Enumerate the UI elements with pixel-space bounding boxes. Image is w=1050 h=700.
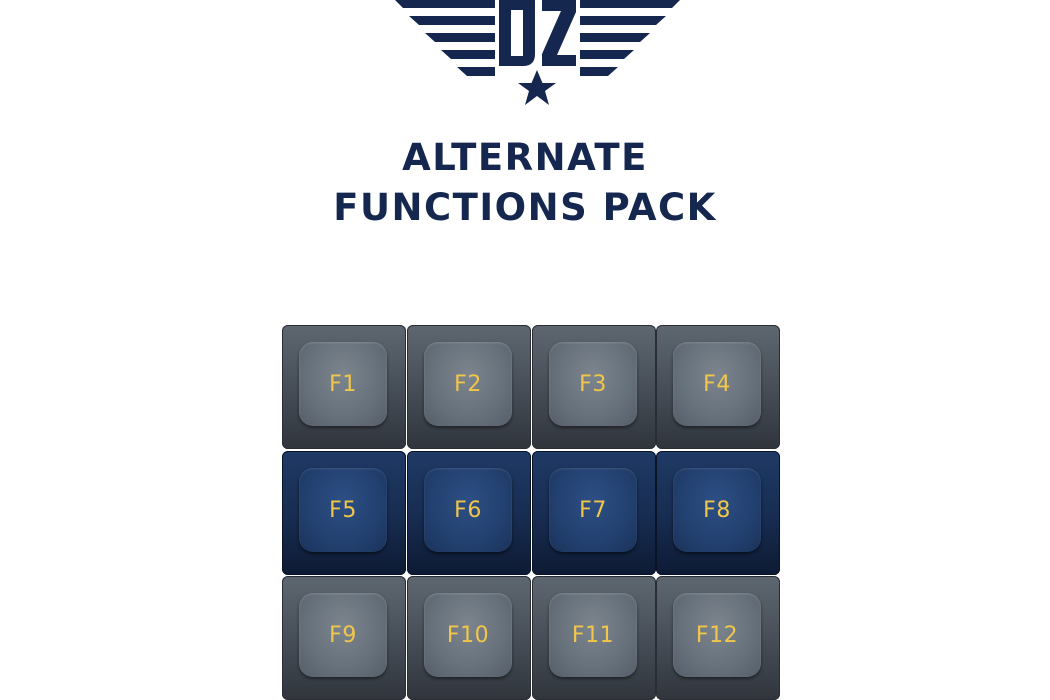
- keycap-top: F9: [299, 593, 387, 677]
- keycap-top: F10: [424, 593, 512, 677]
- keycap-top: F2: [424, 342, 512, 426]
- keycap-f11: F11: [532, 576, 656, 700]
- keycap-legend: F4: [703, 371, 731, 397]
- keycap-top: F12: [673, 593, 761, 677]
- pack-title: ALTERNATE FUNCTIONS PACK: [0, 133, 1050, 233]
- keycap-top: F8: [673, 468, 761, 552]
- keycap-f1: F1: [282, 325, 406, 449]
- title-line-2: FUNCTIONS PACK: [333, 186, 717, 229]
- keycap-top: F4: [673, 342, 761, 426]
- keycap-f12: F12: [656, 576, 780, 700]
- keycap-top: F6: [424, 468, 512, 552]
- dz-logo: DZ: [395, 0, 680, 112]
- dz-logo-graphic: [395, 0, 680, 105]
- keycap-legend: F6: [454, 497, 482, 523]
- keycap-legend: F5: [329, 497, 357, 523]
- keycap-top: F3: [549, 342, 637, 426]
- keycap-top: F7: [549, 468, 637, 552]
- keycap-f3: F3: [532, 325, 656, 449]
- keycap-grid: F1 F2 F3 F4 F5 F6 F7 F8 F9 F10 F11 F12: [282, 325, 780, 700]
- keycap-legend: F7: [579, 497, 607, 523]
- keycap-f10: F10: [407, 576, 531, 700]
- keycap-top: F1: [299, 342, 387, 426]
- keycap-legend: F8: [703, 497, 731, 523]
- keycap-legend: F12: [695, 622, 739, 648]
- keycap-top: F5: [299, 468, 387, 552]
- keycap-f7: F7: [532, 451, 656, 575]
- keycap-legend: F1: [329, 371, 357, 397]
- keycap-legend: F11: [571, 622, 615, 648]
- keycap-f5: F5: [282, 451, 406, 575]
- keycap-f2: F2: [407, 325, 531, 449]
- keycap-top: F11: [549, 593, 637, 677]
- title-line-1: ALTERNATE: [402, 136, 648, 179]
- keycap-f6: F6: [407, 451, 531, 575]
- keycap-f9: F9: [282, 576, 406, 700]
- keycap-f8: F8: [656, 451, 780, 575]
- keycap-legend: F10: [446, 622, 490, 648]
- keycap-legend: F2: [454, 371, 482, 397]
- keycap-legend: F9: [329, 622, 357, 648]
- keycap-f4: F4: [656, 325, 780, 449]
- keycap-legend: F3: [579, 371, 607, 397]
